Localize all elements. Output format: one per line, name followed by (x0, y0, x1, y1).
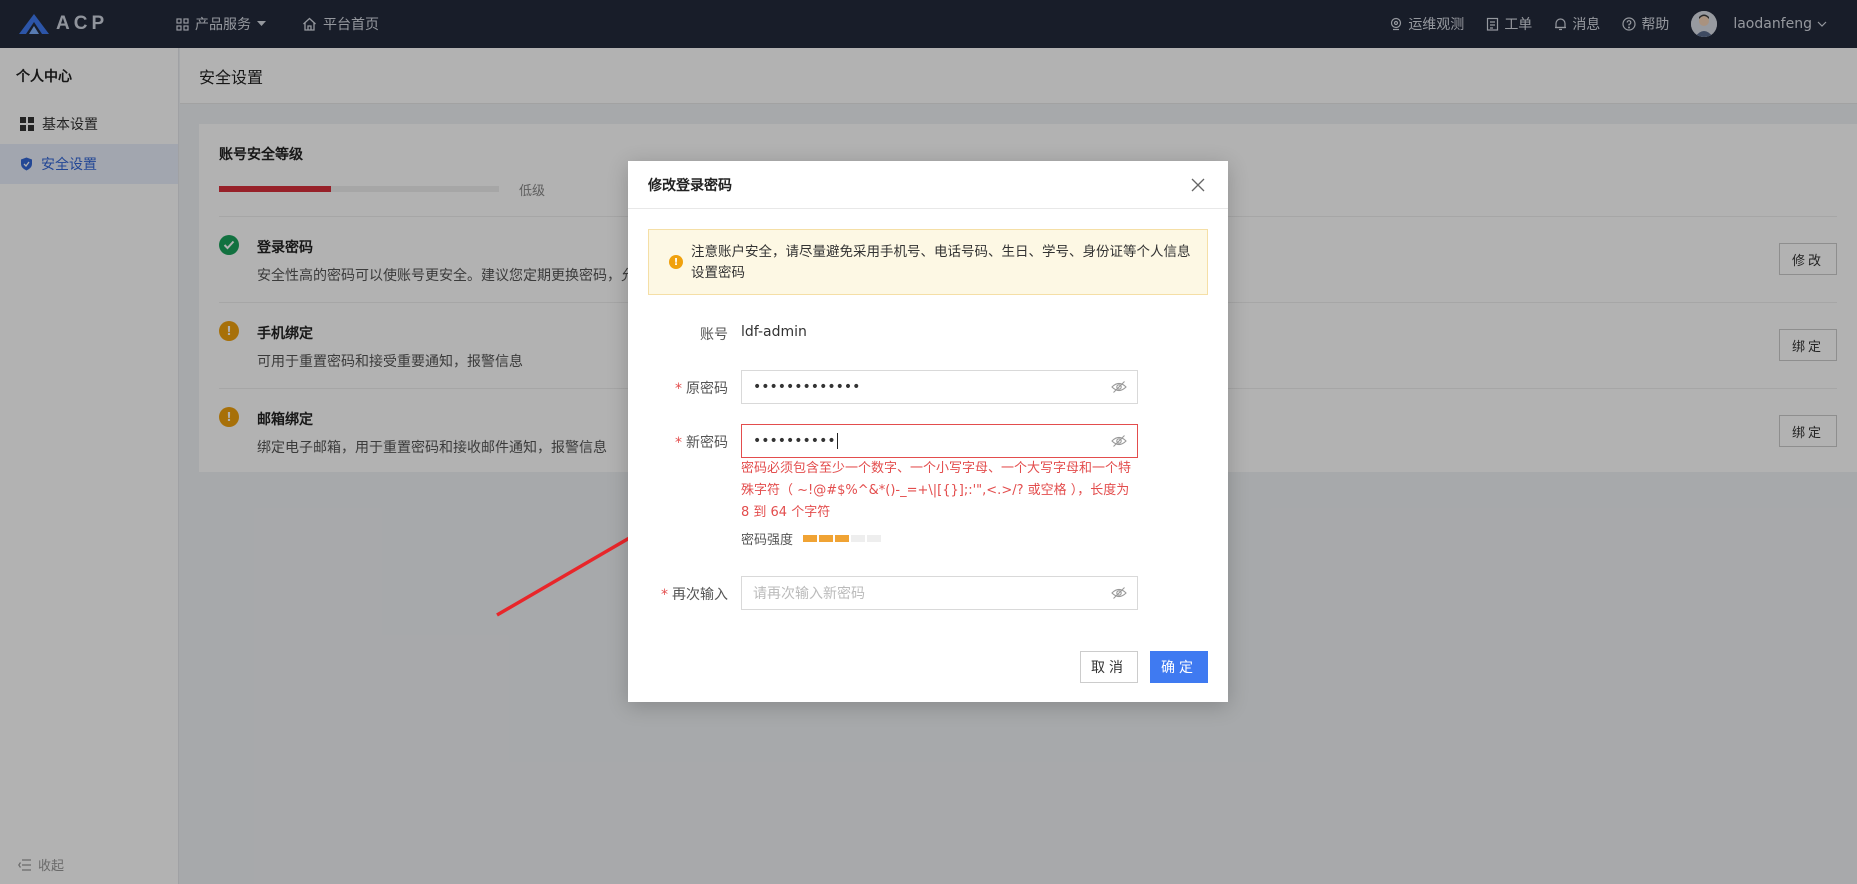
close-button[interactable] (1188, 175, 1208, 195)
old-password-label: * 原密码 (675, 378, 728, 398)
new-password-label: * 新密码 (675, 432, 728, 452)
account-value: ldf-admin (741, 324, 807, 340)
confirm-password-placeholder: 请再次输入新密码 (753, 586, 865, 602)
eye-off-icon[interactable] (1111, 434, 1127, 448)
required-mark: * (661, 587, 668, 603)
confirm-password-input[interactable]: 请再次输入新密码 (741, 576, 1138, 610)
old-password-label-text: 原密码 (686, 381, 728, 397)
eye-off-icon[interactable] (1111, 586, 1127, 600)
strength-segment (835, 535, 850, 542)
new-password-value: •••••••••• (753, 433, 836, 449)
strength-label: 密码强度 (741, 533, 794, 548)
account-label: 账号 (700, 324, 728, 344)
password-strength: 密码强度 (741, 529, 882, 548)
new-password-input[interactable]: •••••••••• (741, 424, 1138, 458)
security-notice: ! 注意账户安全，请尽量避免采用手机号、电话号码、生日、学号、身份证等个人信息设… (648, 229, 1208, 295)
notice-text: 注意账户安全，请尽量避免采用手机号、电话号码、生日、学号、身份证等个人信息设置密… (691, 244, 1191, 281)
required-mark: * (675, 435, 682, 451)
cancel-button[interactable]: 取消 (1080, 651, 1138, 683)
new-password-label-text: 新密码 (686, 435, 728, 451)
strength-segment (867, 535, 882, 542)
dialog-title: 修改登录密码 (648, 177, 732, 194)
warning-icon: ! (669, 255, 683, 269)
eye-off-icon[interactable] (1111, 380, 1127, 394)
old-password-input[interactable]: ••••••••••••• (741, 370, 1138, 404)
strength-segment (819, 535, 834, 542)
old-password-value: ••••••••••••• (753, 379, 861, 395)
new-password-error: 密码必须包含至少一个数字、一个小写字母、一个大写字母和一个特殊字符（ ~!@#$… (741, 461, 1132, 520)
account-label-text: 账号 (700, 327, 728, 343)
change-password-dialog: 修改登录密码 ! 注意账户安全，请尽量避免采用手机号、电话号码、生日、学号、身份… (628, 161, 1228, 702)
confirm-button[interactable]: 确定 (1150, 651, 1208, 683)
dialog-header: 修改登录密码 (628, 161, 1228, 209)
strength-meter (801, 535, 882, 542)
strength-segment (851, 535, 866, 542)
required-mark: * (675, 381, 682, 397)
confirm-password-label-text: 再次输入 (672, 587, 728, 603)
text-cursor (836, 433, 838, 449)
close-icon (1191, 178, 1205, 192)
confirm-password-label: * 再次输入 (661, 584, 728, 604)
strength-segment (803, 535, 818, 542)
